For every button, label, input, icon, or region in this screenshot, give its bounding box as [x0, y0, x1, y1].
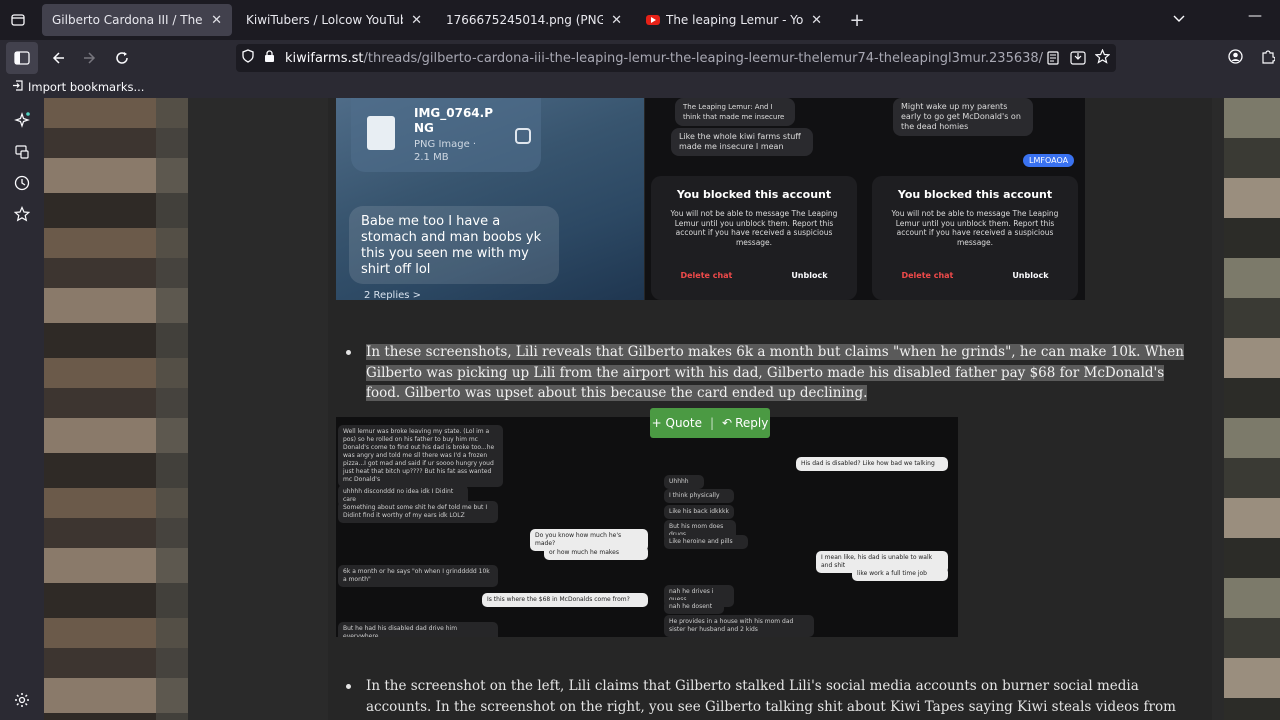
post-paragraph: In these screenshots, Lili reveals that … [346, 342, 1196, 404]
close-icon[interactable]: ✕ [411, 13, 422, 28]
unblock-label: Unblock [791, 271, 828, 280]
reply-icon: ↶ [722, 416, 733, 430]
quote-reply-bar: + Quote | ↶ Reply [650, 408, 770, 438]
chat-message: Like heroine and pills [664, 535, 748, 549]
unblock-label: Unblock [1012, 271, 1049, 280]
page-gutter-right [1212, 98, 1224, 720]
ai-chatbot-icon[interactable] [12, 110, 32, 130]
chat-message: He provides in a house with his mom dad … [664, 615, 814, 637]
close-icon[interactable]: ✕ [211, 13, 222, 28]
list-bullet [346, 350, 351, 355]
selected-text: In these screenshots, Lili reveals that … [366, 344, 1184, 401]
url-domain: kiwifarms.st [285, 50, 364, 66]
tab-title: 1766675245014.png (PNG Image, 1 [446, 13, 604, 27]
download-icon [515, 128, 531, 144]
chat-message: I think physically [664, 489, 734, 503]
chat-message: Something about some shit he def told me… [338, 501, 498, 523]
minimize-icon[interactable]: — [1248, 8, 1262, 24]
blocked-account-card: You blocked this account You will not be… [872, 176, 1078, 300]
import-bookmarks-link[interactable]: Import bookmarks... [28, 80, 144, 94]
forward-icon[interactable] [74, 42, 106, 74]
file-name: IMG_0764.P NG [414, 106, 494, 135]
reader-view-icon[interactable] [1046, 50, 1060, 69]
nav-bar: kiwifarms.st/threads/gilberto-cardona-ii… [0, 40, 1280, 76]
chat-message: nah he dosent [664, 600, 724, 614]
post-content: IMG_0764.P NG PNG Image · 2.1 MB Babe me … [328, 98, 1212, 720]
extensions-icon[interactable] [1261, 49, 1276, 68]
tab-gilberto[interactable]: Gilberto Cardona III / The Leaping L ✕ [42, 4, 232, 36]
delete-chat-label: Delete chat [680, 271, 733, 280]
close-icon[interactable]: ✕ [611, 13, 622, 28]
message-bubble: The Leaping Lemur: And I think that made… [675, 98, 795, 126]
screenshot-image-2[interactable]: The Leaping Lemur: And I think that made… [645, 98, 1085, 300]
blocked-account-card: You blocked this account You will not be… [651, 176, 857, 300]
shield-icon[interactable] [242, 49, 254, 67]
tab-bar: Gilberto Cardona III / The Leaping L ✕ K… [0, 0, 1280, 40]
message-bubble: Might wake up my parents early to go get… [893, 98, 1033, 136]
replies-link: 2 Replies > [364, 290, 422, 300]
import-icon [12, 80, 23, 94]
tab-kiwitubers[interactable]: KiwiTubers / Lolcow YouTubers / A ✕ [236, 4, 432, 36]
chat-message-self: or how much he makes [544, 546, 648, 560]
reply-button[interactable]: Reply [735, 416, 768, 430]
new-tab-button[interactable]: + [842, 5, 872, 35]
bookmark-star-icon[interactable] [1094, 48, 1111, 68]
blocked-body: You will not be able to message The Leap… [670, 209, 838, 247]
account-icon[interactable] [1228, 49, 1243, 68]
image-file-icon [367, 116, 395, 150]
blocked-body: You will not be able to message The Leap… [891, 209, 1059, 247]
page-gutter-left [188, 98, 328, 720]
screenshot-image-3[interactable]: Well lemur was broke leaving my state. (… [336, 417, 958, 637]
synced-tabs-icon[interactable] [12, 142, 32, 162]
chat-message: 6k a month or he says "oh when I grinddd… [338, 565, 498, 587]
history-icon[interactable] [12, 173, 32, 193]
post-paragraph: In the screenshot on the left, Lili clai… [346, 676, 1196, 720]
lock-icon[interactable] [264, 49, 275, 67]
message-bubble: Like the whole kiwi farms stuff made me … [671, 128, 813, 156]
tab-png-image[interactable]: 1766675245014.png (PNG Image, 1 ✕ [436, 4, 632, 36]
url-bar[interactable]: kiwifarms.st/threads/gilberto-cardona-ii… [236, 44, 1116, 72]
chat-message-self: His dad is disabled? Like how bad we tal… [796, 457, 948, 471]
message-bubble-self: LMFOAOA [1023, 154, 1075, 167]
bookmarks-icon[interactable] [12, 204, 32, 224]
chat-message: Uhhhh [664, 475, 704, 489]
tab-title: The leaping Lemur - YouTube [666, 13, 804, 27]
quote-button[interactable]: + Quote [652, 416, 702, 430]
blocked-title: You blocked this account [897, 188, 1053, 201]
gear-icon[interactable] [12, 690, 32, 710]
close-icon[interactable]: ✕ [811, 13, 822, 28]
paragraph-text: In the screenshot on the left, Lili clai… [366, 678, 1176, 720]
separator: | [710, 416, 715, 430]
chat-message: Like his back idkkkk [664, 505, 734, 519]
tab-title: KiwiTubers / Lolcow YouTubers / A [246, 13, 403, 27]
delete-chat-label: Delete chat [901, 271, 954, 280]
chat-message-self: like work a full time job [852, 567, 948, 581]
background-art-right [1224, 98, 1280, 720]
browser-sidebar [0, 98, 44, 720]
tab-youtube[interactable]: The leaping Lemur - YouTube ✕ [636, 4, 832, 36]
url-path: /threads/gilberto-cardona-iii-the-leapin… [363, 50, 1044, 66]
chat-message-self: Is this where the $68 in McDonalds come … [482, 593, 648, 607]
chevron-down-icon[interactable] [1172, 10, 1186, 29]
tab-title: Gilberto Cardona III / The Leaping L [52, 13, 203, 27]
sidebar-toggle-icon[interactable] [6, 42, 38, 74]
file-type: PNG Image · 2.1 MB [414, 139, 477, 163]
chat-message: But he had his disabled dad drive him ev… [338, 622, 498, 637]
file-attachment: IMG_0764.P NG PNG Image · 2.1 MB [351, 98, 541, 172]
chat-message: Well lemur was broke leaving my state. (… [338, 425, 503, 487]
screenshot-image-1[interactable]: IMG_0764.P NG PNG Image · 2.1 MB Babe me … [336, 98, 644, 300]
tab-list-icon[interactable] [0, 0, 36, 40]
list-bullet [346, 684, 351, 689]
blocked-title: You blocked this account [676, 188, 832, 201]
message-bubble: Babe me too I have a stomach and man boo… [349, 206, 559, 284]
web-page: IMG_0764.P NG PNG Image · 2.1 MB Babe me … [44, 98, 1280, 720]
back-icon[interactable] [42, 42, 74, 74]
youtube-icon [646, 15, 660, 25]
background-art-left-overlay [156, 98, 188, 720]
reload-icon[interactable] [106, 42, 138, 74]
bookmarks-bar: Import bookmarks... [0, 76, 1280, 98]
save-to-pocket-icon[interactable] [1070, 50, 1086, 69]
